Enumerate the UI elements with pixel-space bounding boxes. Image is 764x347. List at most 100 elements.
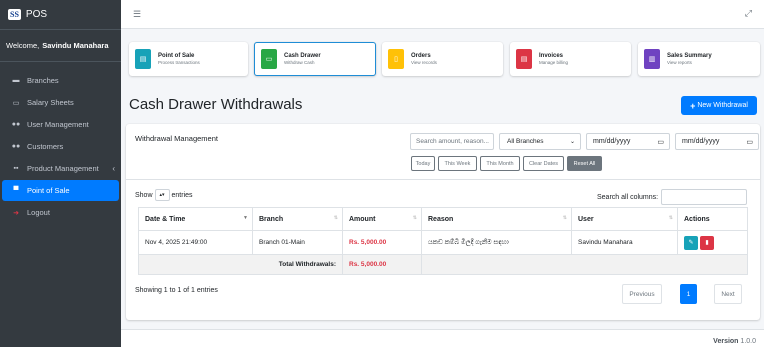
users-cog-icon: ●●	[11, 121, 21, 128]
edit-icon: ✎	[688, 240, 694, 246]
card-header: Withdrawal Management Search amount, rea…	[126, 124, 760, 180]
date-from-input[interactable]: mm/dd/yyyy ▭	[586, 133, 670, 150]
sort-icon: ⇅	[333, 215, 338, 221]
shortcut-point-of-sale[interactable]: ▤ Point of Sale Process transactions	[129, 42, 248, 76]
brand-logo: SS	[8, 9, 21, 20]
page-1-button[interactable]: 1	[680, 284, 697, 304]
reset-all-button[interactable]: Reset All	[567, 156, 602, 171]
table-row: Nov 4, 2025 21:49:00 Branch 01-Main Rs. …	[138, 230, 748, 255]
card-header-title: Withdrawal Management	[135, 134, 218, 143]
shortcut-title: Cash Drawer	[284, 53, 321, 59]
next-page-button[interactable]: Next	[714, 284, 742, 304]
branch-select[interactable]: All Branches ⌄	[499, 133, 581, 150]
calendar-icon: ▭	[746, 138, 753, 146]
money-bill-icon: ▭	[261, 49, 277, 69]
date-to-input[interactable]: mm/dd/yyyy ▭	[675, 133, 759, 150]
brand-link[interactable]: SS POS	[0, 0, 121, 30]
sidebar-item-branches[interactable]: ▬ Branches	[2, 70, 119, 91]
shortcut-title: Invoices	[539, 53, 564, 59]
plus-icon: +	[690, 100, 696, 111]
column-header-branch[interactable]: Branch ⇅	[252, 207, 343, 231]
shortcut-sales-summary[interactable]: ▥ Sales Summary View reports	[638, 42, 760, 76]
menu-toggle-icon[interactable]: ☰	[133, 9, 141, 20]
sidebar-item-label: Customers	[27, 142, 64, 151]
column-header-actions: Actions	[677, 207, 748, 231]
sidebar-item-customers[interactable]: ●● Customers	[2, 136, 119, 157]
chart-icon: ▥	[644, 49, 660, 69]
users-icon: ●●	[11, 143, 21, 150]
cash-register-icon: ▀	[13, 187, 19, 194]
sidebar-item-salary-sheets[interactable]: ▭ Salary Sheets	[2, 92, 119, 113]
cell-user: Savindu Manahara	[571, 230, 678, 255]
sign-out-icon: ➜	[13, 209, 19, 217]
cell-datetime: Nov 4, 2025 21:49:00	[138, 230, 253, 255]
entries-length-control: Show ▴▾ entries	[135, 189, 193, 201]
this-week-button[interactable]: This Week	[438, 156, 477, 171]
money-icon: ▭	[12, 99, 20, 107]
top-navbar: ☰ ⤢	[121, 0, 764, 29]
withdrawals-table: Date & Time ▼ Branch ⇅ Amount ⇅ Reason ⇅ Use…	[138, 207, 748, 275]
shortcut-subtitle: View reports	[667, 60, 692, 65]
version-label: Version	[713, 338, 739, 345]
clear-dates-button[interactable]: Clear Dates	[523, 156, 564, 171]
cell-branch: Branch 01-Main	[252, 230, 343, 255]
calendar-icon: ▭	[657, 138, 664, 146]
shortcut-subtitle: Manage billing	[539, 60, 569, 65]
trash-icon: ▮	[705, 240, 709, 246]
sidebar-item-label: Logout	[27, 208, 50, 217]
shortcut-invoices[interactable]: ▤ Invoices Manage billing	[510, 42, 631, 76]
shortcut-subtitle: Process transactions	[158, 60, 200, 65]
search-all-label: Search all columns:	[597, 193, 659, 201]
sidebar-item-product-management[interactable]: ▪▪ Product Management ‹	[2, 158, 119, 179]
shortcut-orders[interactable]: ▯ Orders View records	[382, 42, 503, 76]
table-header-row: Date & Time ▼ Branch ⇅ Amount ⇅ Reason ⇅ Use…	[138, 207, 748, 231]
version-number: 1.0.0	[740, 338, 756, 345]
welcome-panel: Welcome, Savindu Manahara	[0, 30, 121, 62]
shortcut-title: Sales Summary	[667, 53, 712, 59]
entries-select[interactable]: ▴▾	[154, 189, 170, 201]
total-amount: Rs. 5,000.00	[342, 254, 422, 275]
sidebar-item-logout[interactable]: ➜ Logout	[2, 202, 119, 223]
footer: Version 1.0.0	[121, 329, 764, 347]
withdrawals-card: Withdrawal Management Search amount, rea…	[126, 124, 760, 320]
column-header-datetime[interactable]: Date & Time ▼	[138, 207, 253, 231]
new-withdrawal-button[interactable]: + New Withdrawal	[681, 96, 757, 115]
search-input[interactable]: Search amount, reason...	[410, 133, 494, 150]
table-info: Showing 1 to 1 of 1 entries	[135, 287, 218, 294]
store-icon: ▬	[12, 77, 20, 84]
date-from-value: mm/dd/yyyy	[593, 138, 631, 145]
sidebar-item-point-of-sale[interactable]: ▀ Point of Sale	[2, 180, 119, 201]
edit-button[interactable]: ✎	[684, 235, 698, 250]
shortcut-subtitle: Withdraw Cash	[284, 60, 315, 65]
branch-select-value: All Branches	[507, 138, 544, 145]
shortcut-cash-drawer[interactable]: ▭ Cash Drawer Withdraw Cash	[254, 42, 376, 76]
column-header-user[interactable]: User ⇅	[571, 207, 678, 231]
delete-button[interactable]: ▮	[700, 235, 714, 250]
previous-page-button[interactable]: Previous	[622, 284, 662, 304]
cash-register-icon: ▤	[135, 49, 151, 69]
this-month-button[interactable]: This Month	[480, 156, 520, 171]
table-search: Search all columns:	[597, 189, 748, 205]
sidebar-item-user-management[interactable]: ●● User Management	[2, 114, 119, 135]
column-header-amount[interactable]: Amount ⇅	[342, 207, 422, 231]
welcome-prefix: Welcome,	[6, 41, 40, 50]
total-filler	[421, 254, 748, 275]
sort-icon: ⇅	[412, 215, 417, 221]
sort-icon: ⇅	[562, 215, 567, 221]
today-button[interactable]: Today	[411, 156, 435, 171]
shortcut-title: Orders	[411, 53, 431, 59]
boxes-icon: ▪▪	[13, 165, 19, 172]
page-title: Cash Drawer Withdrawals	[129, 96, 303, 113]
column-header-reason[interactable]: Reason ⇅	[421, 207, 572, 231]
sidebar: SS POS Welcome, Savindu Manahara ▬ Branc…	[0, 0, 121, 347]
chevron-left-icon: ‹	[112, 164, 115, 173]
version-info: Version 1.0.0	[713, 338, 756, 345]
shortcut-subtitle: View records	[411, 60, 437, 65]
sidebar-item-label: Product Management	[27, 164, 99, 173]
cell-reason: යකඩ කම්බි මිලදී ගැනීම සඳහා	[421, 230, 572, 255]
fullscreen-icon[interactable]: ⤢	[745, 8, 752, 19]
search-all-input[interactable]	[661, 189, 748, 205]
sidebar-item-label: Salary Sheets	[27, 98, 74, 107]
show-label: Show	[135, 191, 153, 199]
clipboard-icon: ▯	[388, 49, 404, 69]
